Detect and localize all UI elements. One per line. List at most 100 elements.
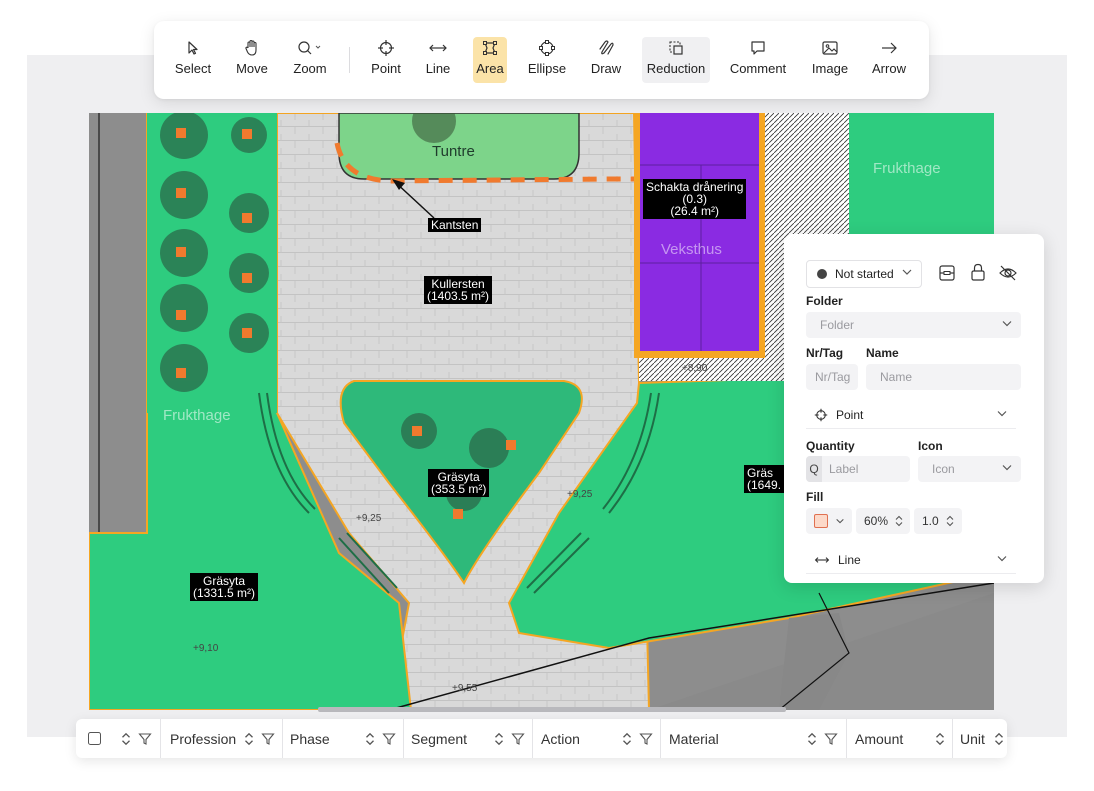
name-label: Name <box>866 346 899 360</box>
sort-icon[interactable] <box>621 719 633 758</box>
sort-icon[interactable] <box>934 719 946 758</box>
elevation-910: +9,10 <box>193 643 219 654</box>
select-all-checkbox[interactable] <box>88 719 101 758</box>
grasyta-right-tag[interactable]: Gräs (1649. <box>744 465 785 493</box>
tool-ellipse[interactable]: Ellipse <box>524 37 570 83</box>
grasyta-left-tag[interactable]: Gräsyta (1331.5 m²) <box>190 573 259 601</box>
tool-reduction-label: Reduction <box>646 61 706 76</box>
tool-point-label: Point <box>371 61 401 76</box>
status-dot <box>817 269 827 279</box>
fill-label: Fill <box>806 490 824 504</box>
tool-arrow-label: Arrow <box>872 61 906 76</box>
schakta-tag[interactable]: Schakta drånering (0.3) (26.4 m²) <box>643 179 747 219</box>
filter-icon[interactable] <box>639 719 653 758</box>
horizontal-scrollbar[interactable] <box>318 707 786 712</box>
nrtag-input[interactable]: Nr/Tag <box>806 364 858 390</box>
line-section-toggle[interactable]: Line <box>806 547 1016 574</box>
lock-icon[interactable] <box>970 263 986 284</box>
quantity-input[interactable]: Q Label <box>806 456 910 482</box>
tuntre-label: Tuntre <box>432 143 475 160</box>
quantity-label: Quantity <box>806 439 855 453</box>
tool-move[interactable]: Move <box>230 37 274 83</box>
sort-icon[interactable] <box>806 719 818 758</box>
stepper-icon <box>894 515 904 527</box>
chevron-down-icon <box>901 266 913 281</box>
grasyta-mid-area: (353.5 m²) <box>431 482 487 496</box>
fill-color-swatch <box>814 514 828 528</box>
sort-icon[interactable] <box>120 719 132 758</box>
column-profession[interactable]: Profession <box>170 719 236 758</box>
fill-color-select[interactable] <box>806 508 852 534</box>
tool-area-label: Area <box>476 61 504 76</box>
tool-area[interactable]: Area <box>473 37 507 83</box>
kantsten-tag[interactable]: Kantsten <box>428 218 482 232</box>
tool-select[interactable]: Select <box>170 37 216 83</box>
column-profession-label: Profession <box>170 730 237 747</box>
chevron-down-icon <box>1001 462 1013 477</box>
freehand-icon <box>597 37 615 59</box>
icon-label: Icon <box>918 439 943 453</box>
fill-width-stepper[interactable]: 1.0 <box>914 508 962 534</box>
stepper-icon <box>945 515 955 527</box>
tool-image[interactable]: Image <box>808 37 852 83</box>
tool-reduction[interactable]: Reduction <box>642 37 710 83</box>
schakta-area: (26.4 m²) <box>670 204 720 218</box>
reduction-icon <box>667 37 685 59</box>
sort-icon[interactable] <box>364 719 376 758</box>
toolbar-divider <box>349 47 350 73</box>
column-unit-label: Unit <box>960 730 985 747</box>
name-input[interactable]: Name <box>866 364 1021 390</box>
double-arrow-icon <box>814 555 830 565</box>
status-select[interactable]: Not started <box>806 260 922 288</box>
sort-icon[interactable] <box>243 719 255 758</box>
tool-draw-label: Draw <box>590 61 622 76</box>
tool-draw[interactable]: Draw <box>588 37 624 83</box>
filter-icon[interactable] <box>824 719 838 758</box>
tool-comment[interactable]: Comment <box>728 37 788 83</box>
quantity-placeholder: Label <box>829 462 859 476</box>
column-material[interactable]: Material <box>669 719 719 758</box>
folder-select[interactable]: Folder <box>806 312 1021 338</box>
fill-opacity-stepper[interactable]: 60% <box>856 508 910 534</box>
quantity-prefix: Q <box>806 456 822 482</box>
tool-zoom[interactable]: Zoom <box>288 37 332 83</box>
point-section-toggle[interactable]: Point <box>806 402 1016 429</box>
magnifier-icon <box>297 37 323 59</box>
crosshair-icon <box>814 408 828 422</box>
eye-off-icon[interactable] <box>998 264 1018 285</box>
column-amount-label: Amount <box>855 730 904 747</box>
tool-arrow[interactable]: Arrow <box>868 37 910 83</box>
column-amount[interactable]: Amount <box>855 719 903 758</box>
grasyta-right-area: (1649. <box>747 478 782 492</box>
sort-icon[interactable] <box>993 719 1005 758</box>
filter-icon[interactable] <box>382 719 396 758</box>
layers-icon[interactable] <box>938 264 956 285</box>
filter-icon[interactable] <box>138 719 152 758</box>
frukthage-top-label: Frukthage <box>873 160 941 177</box>
elevation-955: +9,55 <box>452 683 478 694</box>
column-action[interactable]: Action <box>541 719 580 758</box>
drawing-toolbar: Select Move Zoom Point Line Area Ellipse… <box>154 21 929 99</box>
chevron-down-icon <box>835 516 845 526</box>
tool-point[interactable]: Point <box>364 37 408 83</box>
column-segment[interactable]: Segment <box>411 719 467 758</box>
column-unit[interactable]: Unit <box>960 719 985 758</box>
tool-line[interactable]: Line <box>420 37 456 83</box>
frukthage-left-label: Frukthage <box>163 407 231 424</box>
veksthus-label: Veksthus <box>661 241 722 258</box>
crosshair-icon <box>377 37 395 59</box>
ellipse-icon <box>538 37 556 59</box>
column-action-label: Action <box>541 730 580 747</box>
column-material-label: Material <box>669 730 719 747</box>
properties-panel: Not started Folder Folder Nr/Tag Name Nr… <box>784 234 1044 583</box>
column-phase[interactable]: Phase <box>290 719 330 758</box>
polygon-icon <box>481 37 499 59</box>
filter-icon[interactable] <box>261 719 275 758</box>
kullersten-tag[interactable]: Kullersten (1403.5 m²) <box>424 276 493 304</box>
veksthus-area <box>640 113 759 351</box>
folder-placeholder: Folder <box>820 318 855 332</box>
grasyta-mid-tag[interactable]: Gräsyta (353.5 m²) <box>428 469 490 497</box>
filter-icon[interactable] <box>511 719 525 758</box>
icon-select[interactable]: Icon <box>918 456 1021 482</box>
sort-icon[interactable] <box>493 719 505 758</box>
